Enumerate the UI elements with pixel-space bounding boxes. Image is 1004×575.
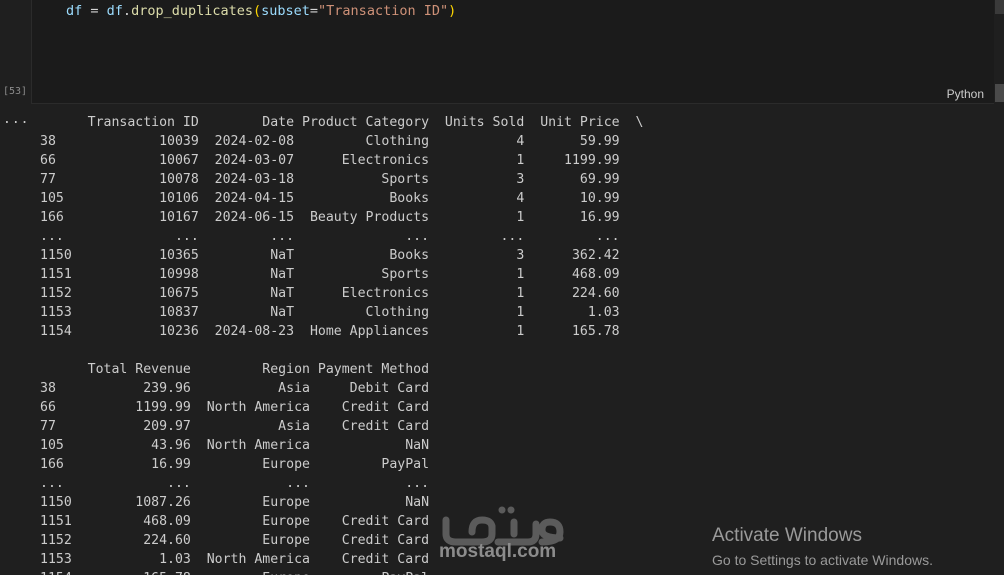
output-menu-icon[interactable]: ... [3, 112, 29, 127]
output-line: 166 16.99 Europe PayPal [40, 457, 445, 472]
output-line: 105 43.96 North America NaN [40, 438, 445, 453]
code-token-equals: = [309, 3, 319, 19]
output-line: 66 10067 2024-03-07 Electronics 1 1199.9… [40, 153, 644, 168]
code-token-param: subset [261, 3, 310, 19]
code-token-paren: ( [252, 3, 262, 19]
activate-windows-subtitle: Go to Settings to activate Windows. [712, 552, 933, 568]
output-line: 1151 10998 NaT Sports 1 468.09 [40, 267, 644, 282]
code-token-operator: = [82, 3, 107, 19]
output-line: Total Revenue Region Payment Method [40, 362, 445, 377]
code-token-paren: ) [448, 3, 457, 19]
code-token-function: drop_duplicates [131, 3, 253, 19]
activate-windows-title: Activate Windows [712, 525, 862, 546]
code-line[interactable]: df = df.drop_duplicates(subset="Transact… [66, 3, 456, 20]
code-token-dot: . [122, 3, 132, 19]
code-token-variable: df [106, 3, 123, 19]
output-line: 1150 10365 NaT Books 3 362.42 [40, 248, 644, 263]
output-line: 1152 10675 NaT Electronics 1 224.60 [40, 286, 644, 301]
output-line: ... ... ... ... ... ... [40, 229, 644, 244]
code-token-variable: df [66, 3, 83, 19]
output-line: 66 1199.99 North America Credit Card [40, 400, 445, 415]
output-line: 1153 10837 NaT Clothing 1 1.03 [40, 305, 644, 320]
output-line: ... ... ... ... [40, 476, 445, 491]
execution-count: [53] [3, 86, 28, 97]
scrollbar-thumb-top[interactable] [995, 0, 1004, 14]
code-editor[interactable]: df = df.drop_duplicates(subset="Transact… [31, 0, 994, 104]
activate-windows-notice: Activate Windows Go to Settings to activ… [712, 524, 933, 570]
output-line: 38 239.96 Asia Debit Card [40, 381, 445, 396]
watermark-site-text: mostaql.com [439, 541, 557, 562]
output-line: 105 10106 2024-04-15 Books 4 10.99 [40, 191, 644, 206]
code-token-string: "Transaction ID" [318, 3, 449, 19]
scrollbar-thumb[interactable] [995, 84, 1004, 102]
output-line: Transaction ID Date Product Category Uni… [40, 115, 644, 130]
output-line: 166 10167 2024-06-15 Beauty Products 1 1… [40, 210, 644, 225]
cell-language-label[interactable]: Python [947, 87, 984, 101]
code-cell[interactable]: [53] df = df.drop_duplicates(subset="Tra… [0, 0, 1004, 104]
output-line: 1154 10236 2024-08-23 Home Appliances 1 … [40, 324, 644, 339]
output-line: 77 10078 2024-03-18 Sports 3 69.99 [40, 172, 644, 187]
output-line: 1154 165.78 Europe PayPal [40, 569, 643, 575]
output-line: 77 209.97 Asia Credit Card [40, 419, 445, 434]
output-line: 38 10039 2024-02-08 Clothing 4 59.99 [40, 134, 644, 149]
notebook-view: [53] df = df.drop_duplicates(subset="Tra… [0, 0, 1004, 575]
